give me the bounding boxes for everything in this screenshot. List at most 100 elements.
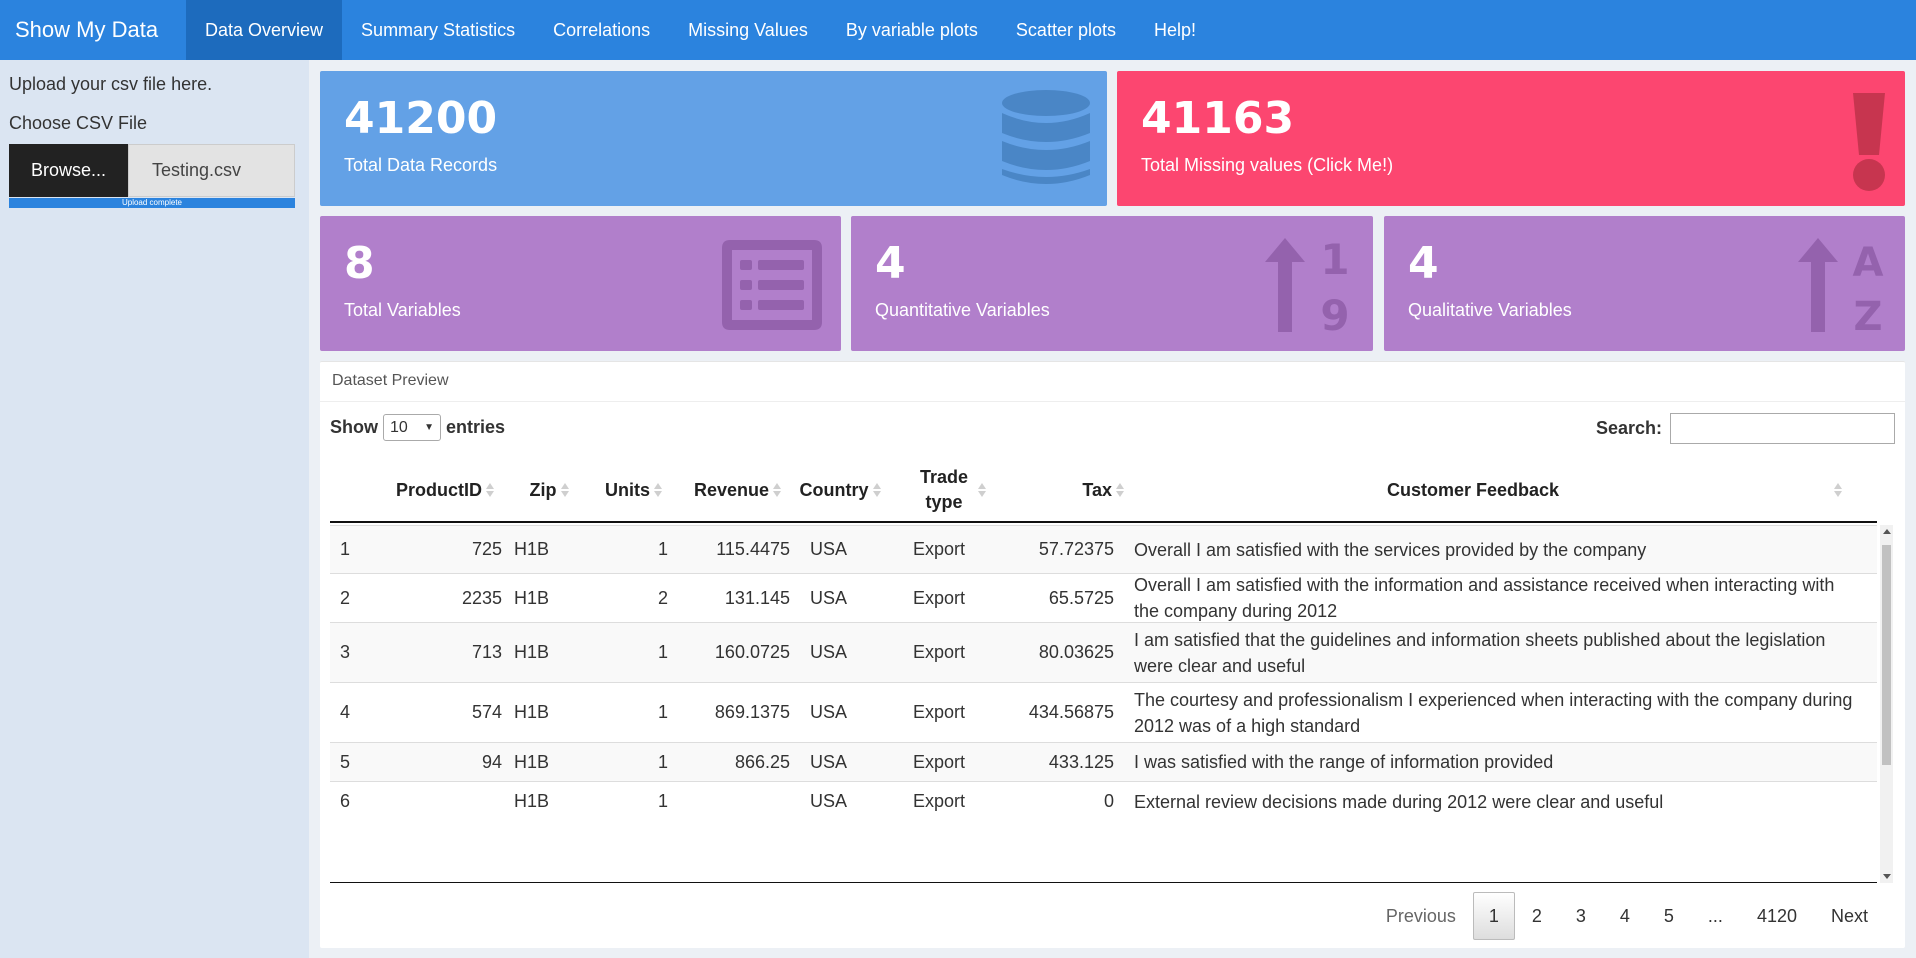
pagination-ellipsis: ... <box>1707 905 1723 926</box>
cell-country: USA <box>810 791 848 811</box>
sort-icon <box>560 483 569 497</box>
cell-revenue <box>668 782 790 821</box>
cell-trade-type: Export <box>913 702 966 722</box>
divider <box>320 401 1905 402</box>
column-header-customer-feedback[interactable]: Customer Feedback <box>1124 457 1822 523</box>
cell-product-id: 574 <box>471 702 502 722</box>
scroll-down-arrow-icon[interactable] <box>1883 874 1891 879</box>
cell-trade-type: Export <box>913 751 966 772</box>
cell-revenue: 866.25 <box>734 751 790 772</box>
sort-icon <box>1834 483 1842 497</box>
total-variables-value: 8 <box>344 238 375 289</box>
tab-by-variable-plots[interactable]: By variable plots <box>827 0 997 60</box>
qualitative-variables-box: 4 Qualitative Variables A Z <box>1384 216 1905 351</box>
pagination-page-button[interactable]: 5 <box>1647 892 1691 940</box>
quantitative-variables-box: 4 Quantitative Variables 1 9 <box>851 216 1373 351</box>
cell-tax: 57.72375 <box>1038 539 1114 559</box>
pagination-page-button[interactable]: 3 <box>1559 892 1603 940</box>
cell-units: 1 <box>657 642 668 662</box>
chevron-down-icon: ▼ <box>424 422 434 433</box>
cell-units: 1 <box>657 539 668 559</box>
app-title[interactable]: Show My Data <box>0 0 186 60</box>
column-header-zip[interactable]: Zip <box>504 457 594 523</box>
cell-customer-feedback: Overall I am satisfied with the services… <box>1134 539 1647 560</box>
column-header-units[interactable]: Units <box>594 457 662 523</box>
pagination-page-button[interactable]: 1 <box>1472 892 1515 940</box>
column-header-revenue[interactable]: Revenue <box>662 457 781 523</box>
table-body: 1 725 H1B 1 115.4475 USA Export 57.72375 Overall… <box>330 525 1877 883</box>
table-row[interactable]: 5 94 H1B 1 866.25 USA Export 433.125 I was satis… <box>330 742 1877 781</box>
tab-missing-values[interactable]: Missing Values <box>669 0 827 60</box>
sort-alpha-bottom: Z <box>1853 294 1882 334</box>
cell-trade-type: Export <box>913 642 966 662</box>
file-name-field[interactable]: Testing.csv <box>128 144 295 197</box>
total-variables-label: Total Variables <box>344 300 461 320</box>
total-missing-box[interactable]: 41163 Total Missing values (Click Me!) <box>1117 71 1905 206</box>
cell-product-id: 725 <box>471 539 502 559</box>
total-records-label: Total Data Records <box>344 155 498 175</box>
cell-country: USA <box>810 751 848 772</box>
entries-length-control: Show 10 ▼ entries <box>330 414 505 441</box>
file-input: Browse... Testing.csv <box>9 144 295 197</box>
entries-select[interactable]: 10 ▼ <box>383 414 441 441</box>
cell-trade-type: Export <box>913 791 966 811</box>
cell-tax: 80.03625 <box>1038 642 1114 662</box>
total-missing-label: Total Missing values (Click Me!) <box>1141 155 1394 175</box>
browse-button[interactable]: Browse... <box>9 144 128 197</box>
cell-units: 1 <box>657 751 668 772</box>
cell-tax: 65.5725 <box>1048 587 1114 608</box>
cell-revenue: 115.4475 <box>716 539 790 559</box>
cell-units: 1 <box>657 702 668 722</box>
column-header-index[interactable] <box>330 457 380 523</box>
cell-country: USA <box>810 539 848 559</box>
tab-correlations[interactable]: Correlations <box>534 0 669 60</box>
cell-zip: H1B <box>514 791 550 811</box>
quantitative-variables-label: Quantitative Variables <box>875 300 1050 320</box>
cell-customer-feedback: I was satisfied with the range of inform… <box>1134 752 1554 772</box>
dataset-preview-box: Dataset Preview Show 10 ▼ entries Search… <box>320 361 1905 948</box>
tab-scatter-plots[interactable]: Scatter plots <box>997 0 1135 60</box>
cell-row-index: 1 <box>340 539 351 559</box>
entries-label: entries <box>446 417 506 437</box>
pagination-previous-button[interactable]: Previous <box>1369 892 1473 940</box>
table-row[interactable]: 1 725 H1B 1 115.4475 USA Export 57.72375 Overall… <box>330 525 1877 573</box>
table-row[interactable]: 2 2235 H1B 2 131.145 USA Export 65.5725 Overall … <box>330 573 1877 622</box>
tab-summary-statistics[interactable]: Summary Statistics <box>342 0 534 60</box>
table-row[interactable]: 3 713 H1B 1 160.0725 USA Export 80.03625 I am sa… <box>330 622 1877 682</box>
cell-customer-feedback: I am satisfied that the guidelines and i… <box>1134 629 1826 676</box>
pagination-page-button[interactable]: 4 <box>1603 892 1647 940</box>
column-header-trade-type[interactable]: Trade type <box>900 457 1000 523</box>
pagination-page-button[interactable]: 4120 <box>1740 892 1814 940</box>
scroll-up-arrow-icon[interactable] <box>1883 529 1891 534</box>
database-icon <box>1002 90 1090 184</box>
cell-row-index: 4 <box>340 702 351 722</box>
column-header-country[interactable]: Country <box>790 457 890 523</box>
tab-data-overview[interactable]: Data Overview <box>186 0 343 60</box>
column-header-tax[interactable]: Tax <box>1010 457 1124 523</box>
tab-help[interactable]: Help! <box>1135 0 1215 60</box>
cell-tax: 434.56875 <box>1028 702 1114 722</box>
sort-icon <box>872 483 881 497</box>
sort-icon <box>654 483 662 497</box>
pagination-page-button[interactable]: 2 <box>1515 892 1559 940</box>
cell-row-index: 6 <box>340 791 351 811</box>
table-search: Search: <box>1596 413 1895 444</box>
search-input[interactable] <box>1670 413 1895 444</box>
cell-tax: 433.125 <box>1048 751 1114 772</box>
cell-country: USA <box>810 587 848 608</box>
cell-customer-feedback: Overall I am satisfied with the informat… <box>1134 575 1835 621</box>
column-header-customer-feedback-sort[interactable] <box>1830 457 1850 523</box>
cell-row-index: 3 <box>340 642 351 662</box>
exclamation-icon <box>1853 93 1885 191</box>
table-scrollbar[interactable] <box>1880 525 1893 883</box>
cell-revenue: 869.1375 <box>714 702 790 722</box>
pagination-next-button[interactable]: Next <box>1814 892 1885 940</box>
list-icon <box>722 240 822 330</box>
table-row[interactable]: 6 H1B 1 USA Export 0 External review decisions… <box>330 781 1877 821</box>
cell-trade-type: Export <box>913 539 966 559</box>
cell-zip: H1B <box>514 539 550 559</box>
column-header-productid[interactable]: ProductID <box>380 457 494 523</box>
cell-zip: H1B <box>514 642 550 662</box>
table-row[interactable]: 4 574 H1B 1 869.1375 USA Export 434.56875 The co… <box>330 682 1877 742</box>
scroll-thumb[interactable] <box>1882 545 1891 765</box>
